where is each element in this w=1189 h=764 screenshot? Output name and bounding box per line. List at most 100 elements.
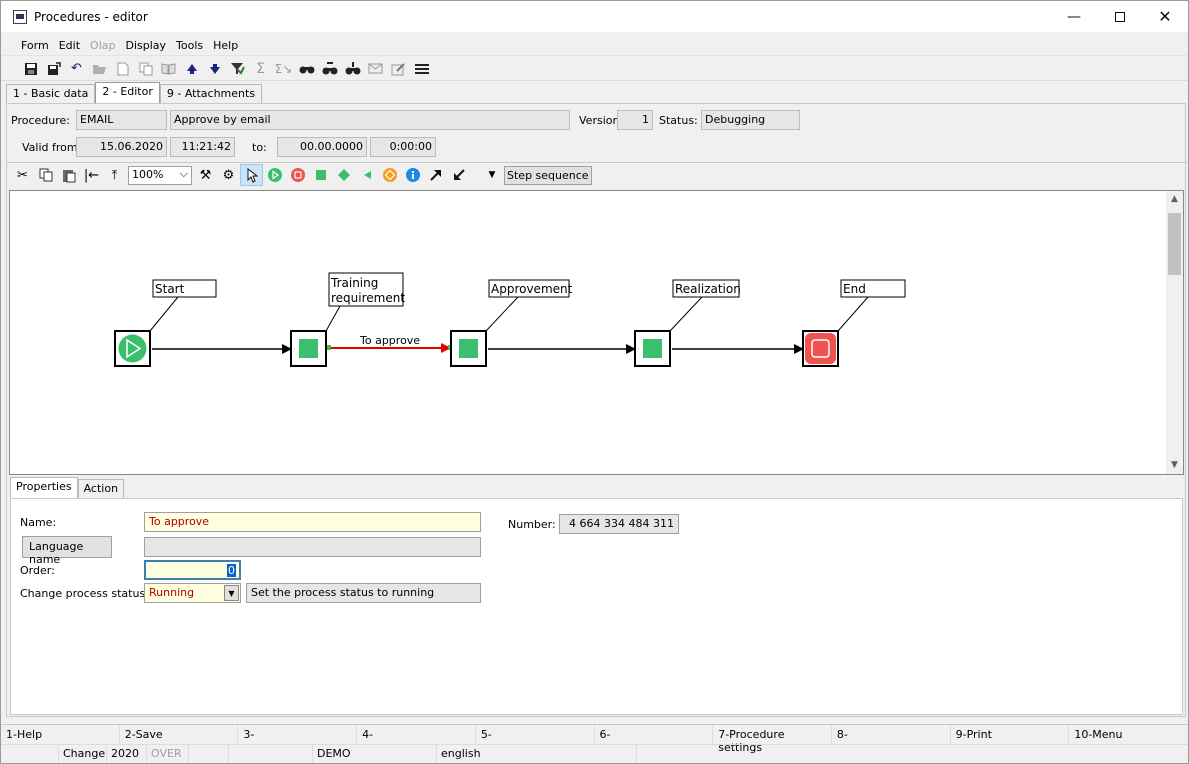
arrow-up-icon[interactable] [180,59,203,79]
fkey-4[interactable]: 4- [357,725,476,744]
menu-form[interactable]: Form [21,39,49,52]
order-value: 0 [227,564,236,577]
step-node-icon[interactable] [309,164,332,186]
arrow-sw-icon[interactable] [447,164,470,186]
sum-icon[interactable]: Σ [249,59,272,79]
end-node-icon[interactable] [286,164,309,186]
fkey-6[interactable]: 6- [595,725,714,744]
align-top-icon[interactable]: ⤒ [103,164,126,186]
event-node-icon[interactable] [378,164,401,186]
node-realization[interactable] [634,330,671,367]
menu-edit[interactable]: Edit [59,39,80,52]
save-as-icon[interactable] [42,59,65,79]
tab-attachments[interactable]: 9 - Attachments [159,84,263,103]
book-icon[interactable] [157,59,180,79]
paste-icon[interactable] [57,164,80,186]
edge-label: To approve [359,334,420,347]
menu-olap: Olap [90,38,116,52]
start-node-icon[interactable] [263,164,286,186]
sum-group-icon[interactable]: Σ↘ [272,59,295,79]
cut-icon[interactable]: ✂ [11,164,34,186]
tab-editor[interactable]: 2 - Editor [95,82,160,103]
close-button[interactable]: ✕ [1142,1,1188,32]
name-label: Name: [20,516,57,529]
node-training[interactable] [290,330,327,367]
new-icon[interactable] [111,59,134,79]
back-node-icon[interactable] [355,164,378,186]
title-bar: Procedures - editor — ✕ [1,1,1188,32]
copy-icon[interactable] [134,59,157,79]
language-name-button[interactable]: Language name [22,536,112,566]
diagram-canvas[interactable]: To approve Start Training requirement Ap… [9,190,1184,475]
label-end[interactable]: End [840,279,906,298]
find-icon[interactable] [295,59,318,79]
scroll-down-icon[interactable]: ▼ [1166,457,1183,474]
settings-icon[interactable]: ⚙ [217,164,240,186]
node-end[interactable] [802,330,839,367]
label-start[interactable]: Start [152,279,217,298]
status-empty-1 [1,745,59,763]
edit-icon[interactable] [387,59,410,79]
undo-icon[interactable]: ↶ [65,59,88,79]
name-input[interactable]: To approve [144,512,481,532]
scroll-up-icon[interactable]: ▲ [1166,191,1183,208]
menu-icon[interactable] [410,59,433,79]
tools-icon[interactable]: ⚒ [194,164,217,186]
change-status-description: Set the process status to running [246,583,481,603]
maximize-icon [1115,11,1125,22]
maximize-button[interactable] [1097,1,1143,32]
menu-tools[interactable]: Tools [176,39,203,52]
arrow-ne-icon[interactable] [424,164,447,186]
label-realization[interactable]: Realization [672,279,741,298]
info-node-icon[interactable] [401,164,424,186]
status-field: Debugging [701,110,800,130]
save-icon[interactable] [19,59,42,79]
window-title: Procedures - editor [34,9,148,24]
filter-icon[interactable] [226,59,249,79]
tab-action[interactable]: Action [77,479,125,498]
fkey-9[interactable]: 9-Print [951,725,1070,744]
editor-panel: Procedure: EMAIL Approve by email Versio… [6,103,1187,717]
minimize-button[interactable]: — [1051,1,1097,32]
decision-node-icon[interactable] [332,164,355,186]
dropdown-arrow-icon[interactable]: ▼ [484,164,500,186]
arrow-down-icon[interactable] [203,59,226,79]
zoom-select[interactable]: 100% [128,165,192,185]
procedure-code-field: EMAIL [76,110,167,130]
fkey-5[interactable]: 5- [476,725,595,744]
scroll-thumb[interactable] [1168,213,1181,275]
svg-text:End: End [843,282,866,296]
menu-help[interactable]: Help [213,39,238,52]
align-left-icon[interactable]: |← [80,164,103,186]
fkey-1[interactable]: 1-Help [1,725,120,744]
tab-basic-data[interactable]: 1 - Basic data [6,84,96,103]
fkey-8[interactable]: 8- [832,725,951,744]
fkey-10[interactable]: 10-Menu [1069,725,1188,744]
order-input[interactable]: 0 [144,560,241,580]
status-over: OVER [147,745,189,763]
fkey-3[interactable]: 3- [238,725,358,744]
open-icon[interactable] [88,59,111,79]
label-approvement[interactable]: Approvement [488,279,573,298]
dropdown-arrow-icon[interactable]: ▼ [224,585,239,601]
change-status-label: Change process status to [20,587,160,600]
fkey-2[interactable]: 2-Save [120,725,239,744]
fkey-7[interactable]: 7-Procedure settings [713,725,832,754]
valid-from-label: Valid from: [22,141,82,154]
node-approvement[interactable] [450,330,487,367]
svg-text:requirement: requirement [331,291,405,305]
leader-end [837,296,869,332]
tab-properties[interactable]: Properties [10,477,78,498]
menu-display[interactable]: Display [125,39,166,52]
mail-icon[interactable] [364,59,387,79]
vertical-scrollbar[interactable]: ▲ ▼ [1166,191,1183,474]
pointer-icon[interactable] [240,164,263,186]
find-all-icon[interactable] [341,59,364,79]
find-next-icon[interactable] [318,59,341,79]
node-start[interactable] [114,330,151,367]
number-field: 4 664 334 484 311 [559,514,679,534]
copy-icon[interactable] [34,164,57,186]
label-training[interactable]: Training requirement [328,272,405,307]
step-sequence-button[interactable]: Step sequence [504,165,592,185]
procedure-name-field: Approve by email [170,110,570,130]
